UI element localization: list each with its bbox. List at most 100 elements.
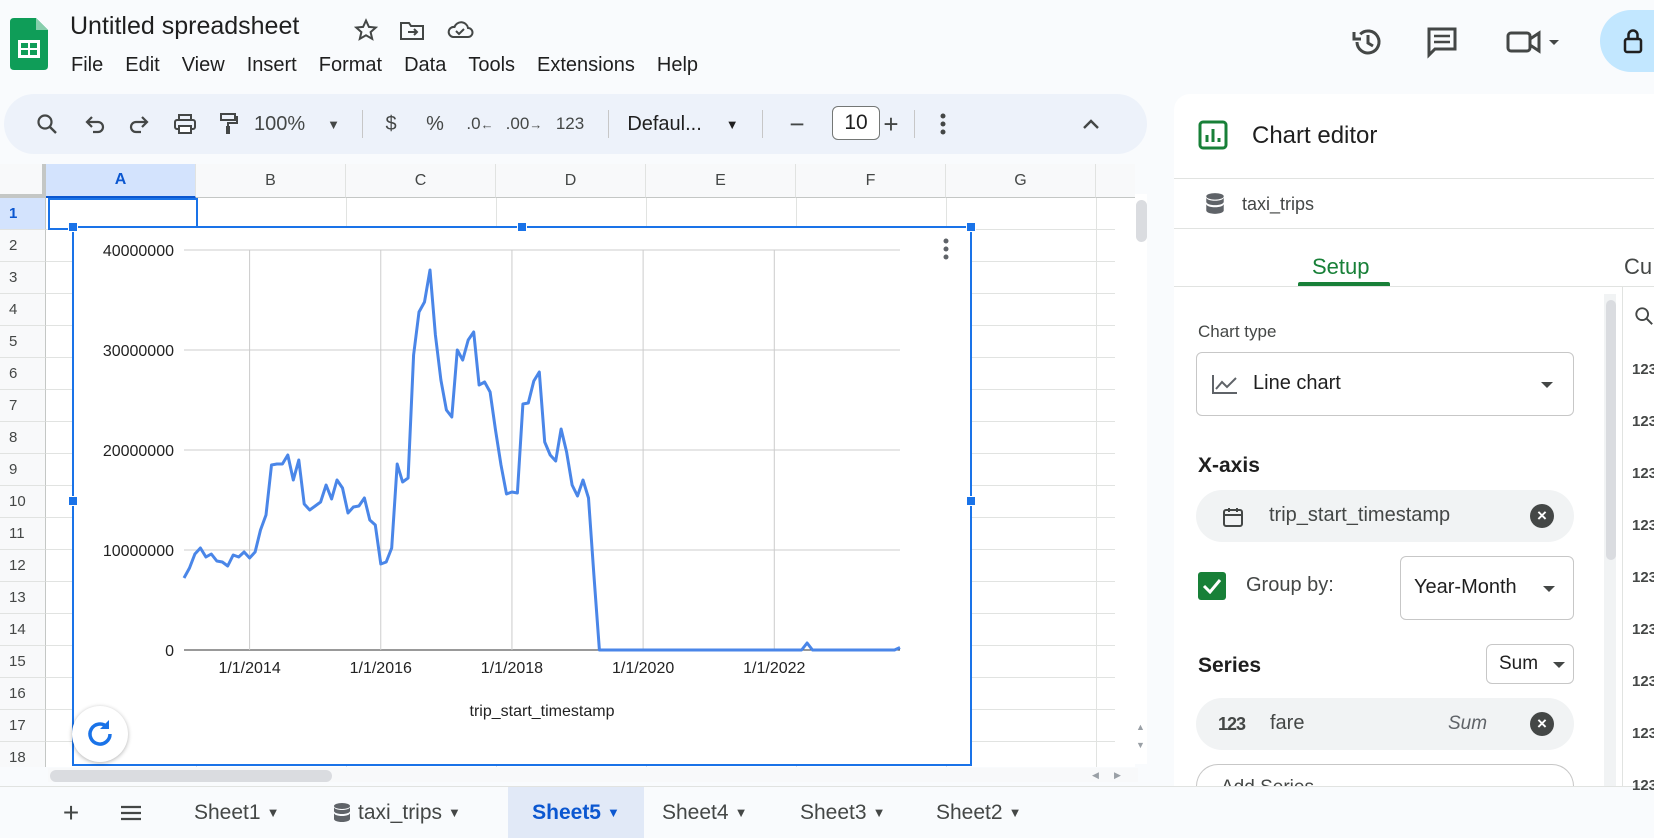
row-header[interactable]: 9 [0,454,46,486]
row-header[interactable]: 12 [0,550,46,582]
scroll-left-icon[interactable]: ◀ [1092,770,1099,781]
row-header[interactable]: 11 [0,518,46,550]
resize-handle[interactable] [966,222,976,232]
resize-handle[interactable] [68,496,78,506]
horizontal-scroll-thumb[interactable] [50,770,332,782]
scroll-up-icon[interactable]: ▲ [1136,722,1145,732]
resize-handle[interactable] [966,496,976,506]
font-size-input[interactable]: 10 [832,106,880,140]
version-history-icon[interactable] [1348,22,1388,62]
search-icon[interactable] [1634,306,1654,331]
format-currency-button[interactable]: $ [374,94,408,154]
remove-x-axis-icon[interactable]: × [1530,504,1554,528]
sheet-tab-sheet2[interactable]: Sheet2 ▼ [930,787,1027,838]
chart-menu-icon[interactable] [934,234,958,264]
row-header[interactable]: 8 [0,422,46,454]
menu-format[interactable]: Format [308,50,393,80]
vertical-scroll-thumb[interactable] [1136,200,1147,242]
column-header[interactable]: G [946,164,1096,198]
row-header[interactable]: 6 [0,358,46,390]
data-source-label[interactable]: taxi_trips [1242,194,1314,215]
x-axis-field-chip[interactable]: trip_start_timestamp × [1196,490,1574,542]
tab-setup[interactable]: Setup [1312,254,1370,280]
print-icon[interactable] [168,94,202,154]
move-folder-icon[interactable] [398,16,426,44]
row-header[interactable]: 1 [0,198,46,230]
series-field-chip[interactable]: 123 fare Sum × [1196,698,1574,750]
document-title[interactable]: Untitled spreadsheet [70,12,299,41]
column-header[interactable]: F [796,164,946,198]
resize-handle[interactable] [517,222,527,232]
menu-file[interactable]: File [60,50,114,80]
sheet-tab-sheet4[interactable]: Sheet4 ▼ [656,787,753,838]
series-aggregate-dropdown[interactable]: Sum [1486,644,1574,684]
search-menus-icon[interactable] [30,94,64,154]
format-percent-button[interactable]: % [418,94,452,154]
menu-extensions[interactable]: Extensions [526,50,646,80]
row-header[interactable]: 5 [0,326,46,358]
group-by-dropdown[interactable]: Year-Month [1400,556,1574,620]
add-series-button[interactable]: Add Series [1196,764,1574,786]
chart-type-dropdown[interactable]: Line chart [1196,352,1574,416]
zoom-select[interactable]: 100% ▼ [252,94,342,154]
refresh-icon[interactable] [72,706,128,762]
column-header[interactable]: D [496,164,646,198]
increase-font-size-button[interactable]: + [874,94,908,154]
sheet-tab-sheet3[interactable]: Sheet3 ▼ [794,787,891,838]
sheet-tab-sheet1[interactable]: Sheet1 ▼ [188,787,285,838]
cloud-status-icon[interactable] [446,16,474,44]
row-header[interactable]: 16 [0,678,46,710]
menu-view[interactable]: View [171,50,236,80]
row-header[interactable]: 4 [0,294,46,326]
row-header[interactable]: 18 [0,742,46,767]
row-header[interactable]: 15 [0,646,46,678]
menu-help[interactable]: Help [646,50,709,80]
row-header[interactable]: 2 [0,230,46,262]
column-header[interactable]: A [46,164,196,198]
font-family-select[interactable]: Defaul... ▼ [618,94,748,154]
sheets-logo-icon[interactable] [10,18,48,70]
add-sheet-button[interactable]: + [58,787,84,838]
column-header[interactable]: C [346,164,496,198]
zoom-value: 100% [253,112,306,135]
menu-data[interactable]: Data [393,50,457,80]
all-sheets-list-icon[interactable] [116,787,146,838]
sheet-tab-taxi-trips[interactable]: taxi_trips ▼ [326,787,467,838]
share-button[interactable] [1600,10,1654,72]
remove-series-icon[interactable]: × [1530,712,1554,736]
redo-icon[interactable] [122,94,156,154]
increase-decimal-button[interactable]: .00 → [504,94,544,154]
decrease-font-size-button[interactable]: − [780,94,814,154]
row-header[interactable]: 10 [0,486,46,518]
editor-scroll-thumb[interactable] [1606,300,1616,560]
group-by-checkbox[interactable] [1198,572,1226,600]
row-header[interactable]: 17 [0,710,46,742]
resize-handle[interactable] [68,222,78,232]
more-options-icon[interactable] [928,94,958,154]
field-list[interactable]: 123 123 123 123 123 123 123 123 123 [1632,344,1654,812]
menu-tools[interactable]: Tools [457,50,526,80]
more-formats-button[interactable]: 123 [548,94,592,154]
paint-format-icon[interactable] [212,94,246,154]
vertical-scrollbar[interactable] [1135,194,1147,764]
collapse-toolbar-icon[interactable] [1074,94,1108,154]
row-header[interactable]: 14 [0,614,46,646]
decrease-decimal-button[interactable]: .0 ← [460,94,500,154]
sheet-tab-sheet5[interactable]: Sheet5 ▼ [508,787,644,838]
embedded-line-chart[interactable]: 0 10000000 20000000 30000000 40000000 1/1/201… [68,222,976,766]
comments-icon[interactable] [1422,22,1462,62]
menu-edit[interactable]: Edit [114,50,170,80]
row-header[interactable]: 3 [0,262,46,294]
row-header[interactable]: 7 [0,390,46,422]
tab-customize[interactable]: Cu [1624,254,1652,280]
column-header[interactable]: E [646,164,796,198]
column-header[interactable]: B [196,164,346,198]
meet-video-icon[interactable] [1505,22,1565,62]
scroll-down-icon[interactable]: ▼ [1136,740,1145,750]
scroll-right-icon[interactable]: ▶ [1114,770,1121,781]
star-icon[interactable] [352,16,380,44]
select-all-corner[interactable] [0,164,46,198]
undo-icon[interactable] [78,94,112,154]
row-header[interactable]: 13 [0,582,46,614]
menu-insert[interactable]: Insert [236,50,308,80]
